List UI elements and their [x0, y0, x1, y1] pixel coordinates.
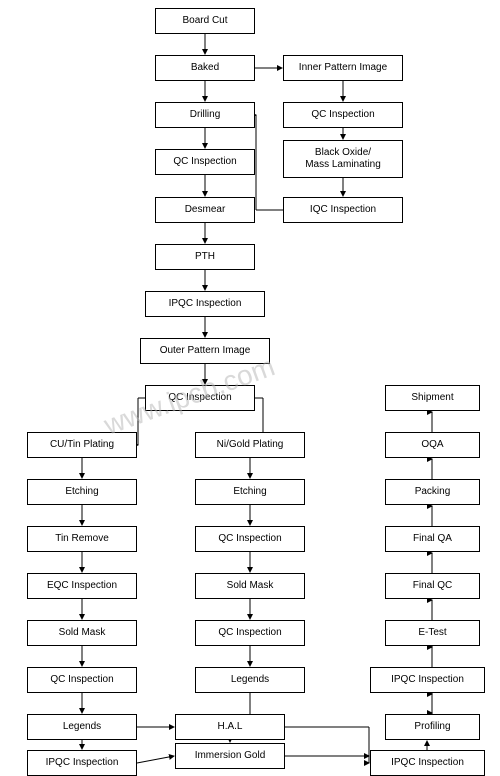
hal: H.A.L: [175, 714, 285, 740]
profiling: Profiling: [385, 714, 480, 740]
etching2: Etching: [195, 479, 305, 505]
flowchart: Board Cut Baked Inner Pattern Image Drillin…: [0, 0, 500, 776]
sold-mask2: Sold Mask: [195, 573, 305, 599]
qc-insp3: QC Inspection: [145, 385, 255, 411]
ipqc-insp2: IPQC Inspection: [370, 667, 485, 693]
eqc-insp: EQC Inspection: [27, 573, 137, 599]
immersion-gold: Immersion Gold: [175, 743, 285, 769]
oqa: OQA: [385, 432, 480, 458]
shipment: Shipment: [385, 385, 480, 411]
board-cut: Board Cut: [155, 8, 255, 34]
baked: Baked: [155, 55, 255, 81]
iqc-insp: IQC Inspection: [283, 197, 403, 223]
qc-insp5: QC Inspection: [195, 620, 305, 646]
ipqc-insp4: IPQC Inspection: [370, 750, 485, 776]
ipqc-insp3: IPQC Inspection: [27, 750, 137, 776]
ni-gold: Ni/Gold Plating: [195, 432, 305, 458]
packing: Packing: [385, 479, 480, 505]
final-qa: Final QA: [385, 526, 480, 552]
tin-remove: Tin Remove: [27, 526, 137, 552]
cu-tin: CU/Tin Plating: [27, 432, 137, 458]
legends2: Legends: [195, 667, 305, 693]
etest: E-Test: [385, 620, 480, 646]
drilling: Drilling: [155, 102, 255, 128]
black-oxide: Black Oxide/Mass Laminating: [283, 140, 403, 178]
inner-pattern: Inner Pattern Image: [283, 55, 403, 81]
etching1: Etching: [27, 479, 137, 505]
pth: PTH: [155, 244, 255, 270]
qc-insp4: QC Inspection: [195, 526, 305, 552]
qc-insp2: QC Inspection: [155, 149, 255, 175]
legends1: Legends: [27, 714, 137, 740]
ipqc-insp1: IPQC Inspection: [145, 291, 265, 317]
qc-insp1: QC Inspection: [283, 102, 403, 128]
sold-mask1: Sold Mask: [27, 620, 137, 646]
desmear: Desmear: [155, 197, 255, 223]
qc-insp6: QC Inspection: [27, 667, 137, 693]
outer-pattern: Outer Pattern Image: [140, 338, 270, 364]
final-qc: Final QC: [385, 573, 480, 599]
